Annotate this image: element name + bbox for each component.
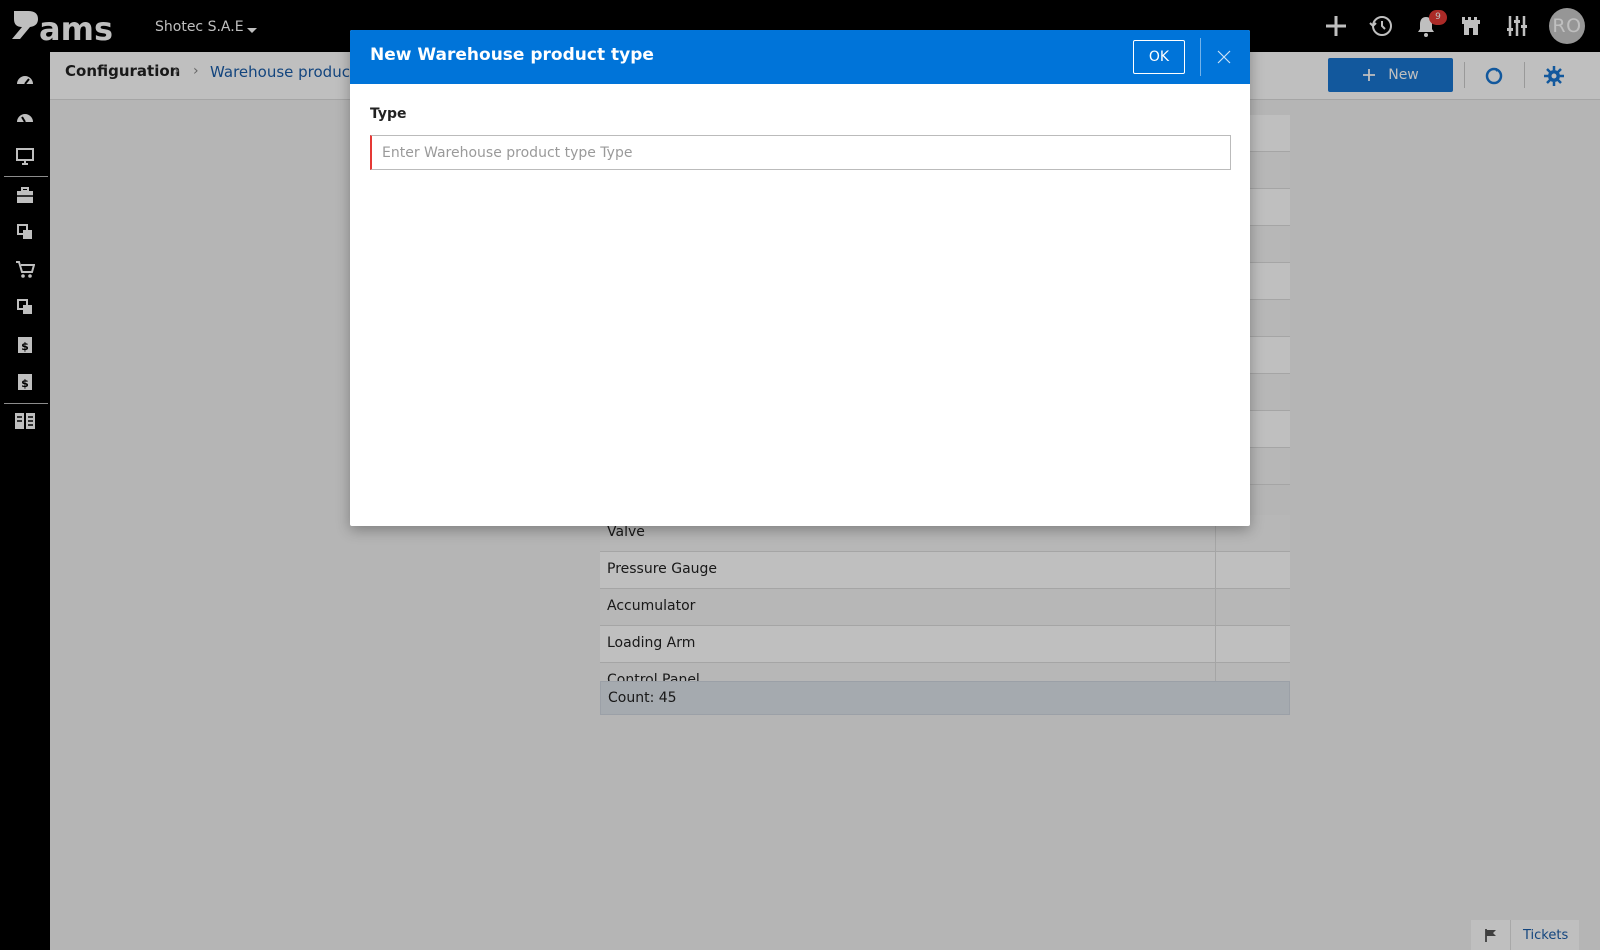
type-field-label: Type [370, 106, 407, 122]
type-input[interactable] [370, 135, 1231, 170]
ok-button[interactable]: OK [1133, 40, 1185, 74]
dialog-title: New Warehouse product type [370, 45, 654, 65]
close-icon[interactable] [1212, 45, 1236, 69]
dialog-header: New Warehouse product type OK [350, 30, 1250, 84]
header-divider [1200, 38, 1201, 76]
new-product-type-dialog: New Warehouse product type OK Type [350, 30, 1250, 526]
